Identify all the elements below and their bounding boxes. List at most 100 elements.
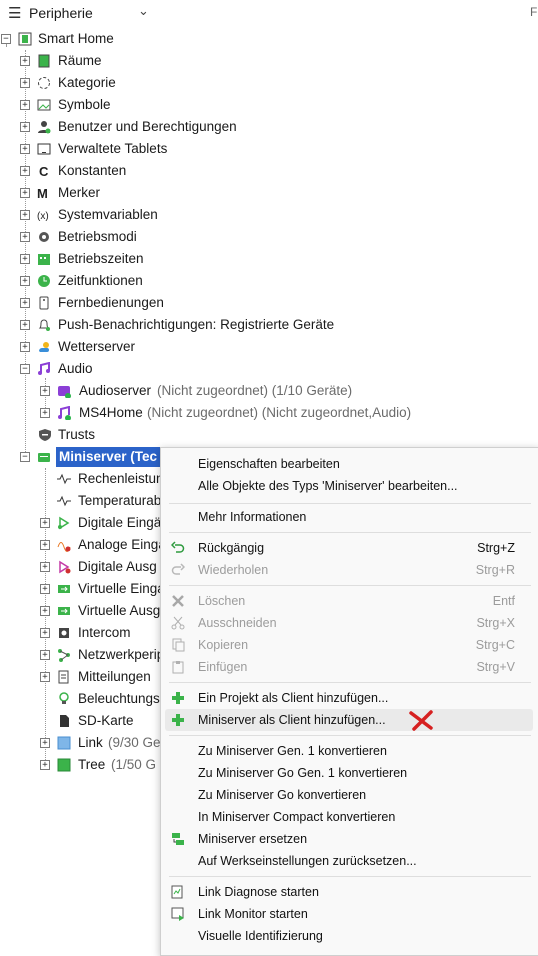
clock-icon bbox=[38, 275, 50, 287]
expand-toggle[interactable]: + bbox=[40, 628, 50, 638]
tree-node-miniserver-child[interactable]: SD-Karte bbox=[0, 711, 160, 731]
menu-item-alle-objekte[interactable]: Alle Objekte des Typs 'Miniserver' bearb… bbox=[161, 475, 537, 497]
menu-item-factory-reset[interactable]: Auf Werkseinstellungen zurücksetzen... bbox=[161, 850, 537, 872]
tree-node-verwaltete[interactable]: + Verwaltete Tablets bbox=[0, 139, 360, 159]
expand-toggle[interactable]: + bbox=[40, 386, 50, 396]
tree-node-fernbedienungen[interactable]: + Fernbedienungen bbox=[0, 293, 360, 313]
expand-toggle[interactable]: + bbox=[40, 738, 50, 748]
menu-item-replace-miniserver[interactable]: Miniserver ersetzen bbox=[161, 828, 537, 850]
tree-node-miniserver-child[interactable]: Beleuchtungs bbox=[0, 689, 160, 709]
expand-toggle[interactable]: + bbox=[40, 672, 50, 682]
tree-node-ms4home[interactable]: + MS4Home (Nicht zugeordnet) (Nicht zuge… bbox=[0, 403, 440, 423]
tree-node-status: (1/50 G bbox=[111, 757, 157, 772]
menu-item-copy[interactable]: Kopieren Strg+C bbox=[161, 634, 537, 656]
tablet-icon bbox=[37, 143, 51, 155]
tree-node-miniserver-child[interactable]: + Virtuelle Einga bbox=[0, 579, 165, 599]
expand-toggle[interactable]: + bbox=[40, 562, 50, 572]
expand-toggle[interactable]: + bbox=[20, 100, 30, 110]
tree-node-merker[interactable]: + M Merker bbox=[0, 183, 360, 203]
tree-node-miniserver-child[interactable]: + Mitteilungen bbox=[0, 667, 160, 687]
tree-node-push-benachrichtigungen[interactable]: + Push-Benachrichtigungen: Registrierte G… bbox=[0, 315, 360, 335]
tree-node-miniserver-child[interactable]: Temperaturab bbox=[0, 491, 161, 511]
expand-toggle[interactable]: + bbox=[20, 188, 30, 198]
menu-item-delete[interactable]: Löschen Entf bbox=[161, 590, 537, 612]
menu-item-convert-go-gen1[interactable]: Zu Miniserver Go Gen. 1 konvertieren bbox=[161, 762, 537, 784]
menu-item-cut[interactable]: Ausschneiden Strg+X bbox=[161, 612, 537, 634]
menu-item-convert-gen1[interactable]: Zu Miniserver Gen. 1 konvertieren bbox=[161, 740, 537, 762]
tree-node-trusts[interactable]: Trusts bbox=[0, 425, 200, 445]
menu-item-add-project-client[interactable]: Ein Projekt als Client hinzufügen... bbox=[161, 687, 537, 709]
tree-node-miniserver-child[interactable]: + Digitale Eingä bbox=[0, 513, 161, 533]
expand-toggle[interactable]: + bbox=[20, 276, 30, 286]
svg-text:M: M bbox=[37, 186, 48, 200]
menu-item-link-monitor[interactable]: Link Monitor starten bbox=[161, 903, 537, 925]
tree-node-label: Zeitfunktionen bbox=[58, 273, 143, 288]
tree-node-smart-home[interactable]: − Smart Home bbox=[0, 29, 200, 49]
menu-item-visual-identification[interactable]: Visuelle Identifizierung bbox=[161, 925, 537, 947]
expand-toggle[interactable]: + bbox=[20, 122, 30, 132]
tree-node-benutzer[interactable]: + Benutzer und Berechtigungen bbox=[0, 117, 360, 137]
tree-node-betriebsmodi[interactable]: + Betriebsmodi bbox=[0, 227, 360, 247]
tree-node-systemvariablen[interactable]: + (x) Systemvariablen bbox=[0, 205, 360, 225]
tree-node-miniserver-child[interactable]: + Analoge Einga bbox=[0, 535, 166, 555]
paste-icon bbox=[172, 661, 184, 674]
expand-toggle[interactable]: + bbox=[20, 166, 30, 176]
expand-toggle[interactable]: + bbox=[40, 540, 50, 550]
tree-node-kategorie[interactable]: + Kategorie bbox=[0, 73, 360, 93]
menu-item-eigenschaften[interactable]: Eigenschaften bearbeiten bbox=[161, 453, 537, 475]
tree-node-audio[interactable]: − Audio bbox=[0, 359, 360, 379]
expand-toggle[interactable]: + bbox=[20, 56, 30, 66]
menu-item-convert-compact[interactable]: In Miniserver Compact konvertieren bbox=[161, 806, 537, 828]
tree-node-miniserver-child[interactable]: + Netzwerkperip bbox=[0, 645, 164, 665]
expand-toggle[interactable]: + bbox=[40, 760, 50, 770]
tree-node-räume[interactable]: + Räume bbox=[0, 51, 360, 71]
menu-item-mehr-informationen[interactable]: Mehr Informationen bbox=[161, 506, 537, 528]
tree-node-miniserver-child[interactable]: Rechenleistun bbox=[0, 469, 164, 489]
pulse-icon bbox=[57, 473, 71, 485]
tree-node-zeitfunktionen[interactable]: + Zeitfunktionen bbox=[0, 271, 360, 291]
menu-item-label: Visuelle Identifizierung bbox=[198, 929, 323, 943]
expand-toggle[interactable]: + bbox=[20, 210, 30, 220]
collapse-toggle[interactable]: − bbox=[20, 364, 30, 374]
expand-toggle[interactable]: + bbox=[20, 320, 30, 330]
weather-icon bbox=[39, 342, 49, 352]
expand-toggle[interactable]: + bbox=[20, 342, 30, 352]
menu-item-paste[interactable]: Einfügen Strg+V bbox=[161, 656, 537, 678]
menu-item-undo[interactable]: Rückgängig Strg+Z bbox=[161, 537, 537, 559]
expand-toggle[interactable]: + bbox=[40, 584, 50, 594]
panel-title: Peripherie bbox=[29, 5, 93, 21]
expand-toggle[interactable]: + bbox=[40, 606, 50, 616]
menu-item-link-diagnose[interactable]: Link Diagnose starten bbox=[161, 881, 537, 903]
tree-node-miniserver-child[interactable]: + Virtuelle Ausg bbox=[0, 601, 160, 621]
expand-toggle[interactable]: + bbox=[40, 408, 50, 418]
tree-node-label: Digitale Ausg bbox=[78, 559, 157, 574]
hamburger-icon[interactable]: ☰ bbox=[8, 4, 21, 22]
menu-item-convert-go[interactable]: Zu Miniserver Go konvertieren bbox=[161, 784, 537, 806]
sd-card-icon bbox=[60, 715, 69, 727]
expand-toggle[interactable]: + bbox=[20, 298, 30, 308]
tree-node-miniserver-child[interactable]: + Digitale Ausg bbox=[0, 557, 160, 577]
menu-item-redo[interactable]: Wiederholen Strg+R bbox=[161, 559, 537, 581]
tree-node-konstanten[interactable]: + C Konstanten bbox=[0, 161, 360, 181]
tree-node-wetterserver[interactable]: + Wetterserver bbox=[0, 337, 360, 357]
tree-node-symbole[interactable]: + Symbole bbox=[0, 95, 360, 115]
collapse-toggle[interactable]: − bbox=[20, 452, 30, 462]
tree-node-miniserver-child[interactable]: + Tree (1/50 G bbox=[0, 755, 160, 775]
menu-item-shortcut: Strg+C bbox=[475, 638, 515, 652]
menu-item-label: Eigenschaften bearbeiten bbox=[198, 457, 340, 471]
tree-node-betriebszeiten[interactable]: + Betriebszeiten bbox=[0, 249, 360, 269]
menu-separator bbox=[169, 532, 531, 533]
expand-toggle[interactable]: + bbox=[40, 518, 50, 528]
collapse-toggle[interactable]: − bbox=[1, 34, 11, 44]
expand-toggle[interactable]: + bbox=[40, 650, 50, 660]
expand-toggle[interactable]: + bbox=[20, 254, 30, 264]
tree-node-miniserver-child[interactable]: + Link (9/30 Ge bbox=[0, 733, 161, 753]
tree-node-audioserver[interactable]: + Audioserver (Nicht zugeordnet) (1/10 G… bbox=[0, 381, 400, 401]
expand-toggle[interactable]: + bbox=[20, 78, 30, 88]
expand-toggle[interactable]: + bbox=[20, 144, 30, 154]
chevron-down-icon[interactable]: ⌄ bbox=[138, 3, 149, 19]
menu-item-add-miniserver-client[interactable]: Miniserver als Client hinzufügen... bbox=[165, 709, 533, 731]
tree-node-miniserver-child[interactable]: + Intercom bbox=[0, 623, 160, 643]
expand-toggle[interactable]: + bbox=[20, 232, 30, 242]
delete-x-icon bbox=[172, 595, 184, 607]
